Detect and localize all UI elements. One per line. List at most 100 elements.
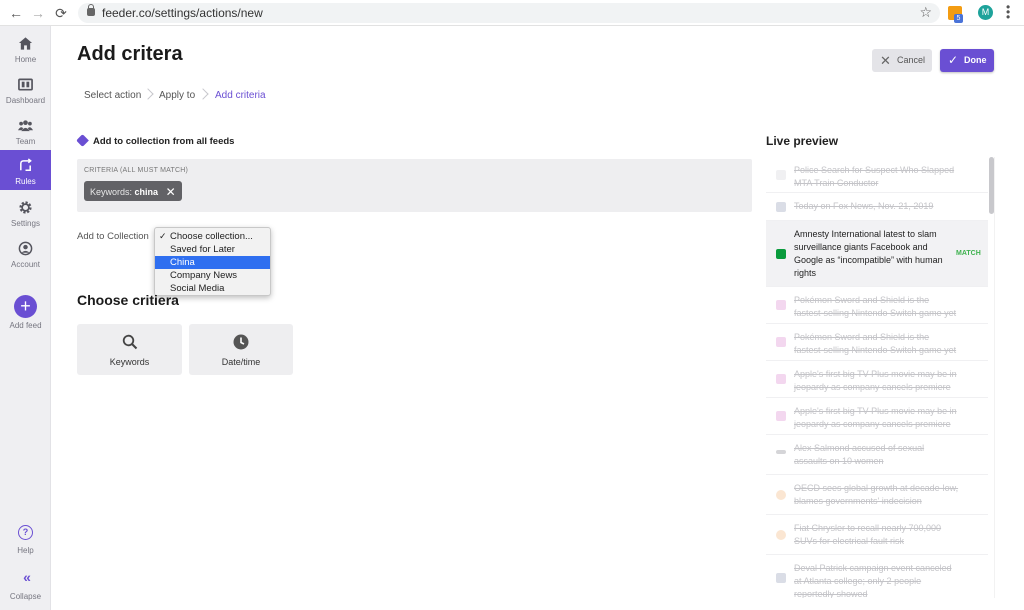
- choose-criteria-title: Choose critiera: [77, 292, 179, 308]
- help-icon[interactable]: ?: [18, 525, 33, 540]
- live-preview-list: Police Search for Suspect Who Slapped MT…: [766, 157, 995, 598]
- collection-option[interactable]: Company News: [155, 269, 270, 282]
- list-item-match[interactable]: Amnesty International latest to slam sur…: [766, 221, 988, 287]
- sidebar-item-label: Rules: [15, 177, 36, 186]
- breadcrumb-apply-to[interactable]: Apply to: [159, 90, 195, 101]
- sidebar-item-label: Home: [14, 55, 37, 64]
- list-item-title: Amnesty International latest to slam sur…: [794, 229, 943, 278]
- sidebar-item-home[interactable]: Home: [0, 30, 51, 70]
- add-to-collection-label: Add to Collection: [77, 231, 149, 242]
- feed-favicon-icon: [776, 300, 786, 310]
- sidebar-item-team[interactable]: Team: [0, 112, 51, 152]
- browser-toolbar: ← → ⟳ feeder.co/settings/actions/new ☆ 5…: [0, 0, 1024, 26]
- list-item-title: Pokémon Sword and Shield is the fastest-…: [794, 295, 957, 318]
- list-item-title: Deval Patrick campaign event canceled at…: [794, 563, 952, 598]
- feed-favicon-icon: [776, 530, 786, 540]
- feed-favicon-icon: [776, 573, 786, 583]
- list-item[interactable]: Deval Patrick campaign event canceled at…: [766, 555, 988, 598]
- list-item[interactable]: Apple's first big TV Plus movie may be i…: [766, 398, 988, 435]
- collection-dropdown[interactable]: Choose collection... Saved for Later Chi…: [154, 227, 271, 296]
- help-label: Help: [17, 546, 34, 555]
- collection-option[interactable]: China: [155, 256, 270, 269]
- collapse-label: Collapse: [9, 592, 42, 601]
- add-feed-button[interactable]: +: [14, 295, 37, 318]
- list-item[interactable]: OECD sees global growth at decade-low, b…: [766, 475, 988, 515]
- list-item-title: OECD sees global growth at decade-low, b…: [794, 483, 959, 506]
- gear-icon: [19, 201, 32, 214]
- feed-favicon-icon: [776, 202, 786, 212]
- list-item[interactable]: Alex Salmond accused of sexual assaults …: [766, 435, 988, 475]
- list-item-title: Alex Salmond accused of sexual assaults …: [794, 443, 925, 466]
- profile-avatar[interactable]: M: [978, 5, 993, 20]
- keywords-card-label: Keywords: [109, 357, 150, 367]
- feed-favicon-icon: [776, 450, 786, 454]
- action-summary-text: Add to collection from all feeds: [93, 136, 235, 147]
- datetime-card[interactable]: Date/time: [189, 324, 293, 375]
- list-item-title: Apple's first big TV Plus movie may be i…: [794, 369, 957, 392]
- rules-icon: [20, 158, 32, 171]
- page-title: Add critera: [77, 43, 183, 65]
- list-item-title: Today on Fox News, Nov. 21, 2019: [794, 201, 934, 211]
- address-bar[interactable]: feeder.co/settings/actions/new ☆: [78, 3, 940, 23]
- search-icon: [122, 334, 138, 350]
- sidebar-item-label: Settings: [11, 219, 40, 228]
- remove-chip-icon[interactable]: ✕: [166, 182, 176, 202]
- breadcrumb-add-criteria: Add criteria: [215, 90, 266, 101]
- collection-option[interactable]: Choose collection...: [155, 230, 270, 243]
- feed-favicon-icon: [776, 411, 786, 421]
- list-item-title: Pokémon Sword and Shield is the fastest-…: [794, 332, 957, 355]
- criteria-heading: CRITERIA (ALL MUST MATCH): [84, 167, 189, 174]
- techcrunch-favicon-icon: [776, 249, 786, 259]
- tag-icon: [76, 134, 89, 147]
- back-arrow-icon[interactable]: ←: [7, 4, 25, 22]
- list-item[interactable]: Pokémon Sword and Shield is the fastest-…: [766, 324, 988, 361]
- reload-icon[interactable]: ⟳: [52, 4, 70, 22]
- collapse-icon[interactable]: «: [0, 569, 51, 585]
- rss-count-badge: 5: [954, 14, 963, 23]
- list-item[interactable]: Pokémon Sword and Shield is the fastest-…: [766, 287, 988, 324]
- criteria-chip[interactable]: Keywords: china ✕: [84, 181, 182, 201]
- chip-key: Keywords:: [90, 187, 133, 197]
- list-item[interactable]: Today on Fox News, Nov. 21, 2019: [766, 193, 988, 221]
- live-preview-scrollbar[interactable]: [989, 157, 994, 214]
- keywords-card[interactable]: Keywords: [77, 324, 182, 375]
- match-badge: MATCH: [956, 250, 981, 257]
- feed-favicon-icon: [776, 374, 786, 384]
- forward-arrow-icon[interactable]: →: [29, 4, 47, 22]
- dashboard-icon: [18, 78, 33, 91]
- url-text: feeder.co/settings/actions/new: [102, 6, 263, 20]
- feed-favicon-icon: [776, 337, 786, 347]
- list-item-title: Fiat Chrysler to recall nearly 700,000 S…: [794, 523, 942, 546]
- datetime-card-label: Date/time: [221, 357, 261, 367]
- list-item-title: Apple's first big TV Plus movie may be i…: [794, 406, 957, 429]
- bookmark-star-icon[interactable]: ☆: [919, 4, 932, 21]
- cancel-label: Cancel: [897, 55, 926, 65]
- list-item[interactable]: Apple's first big TV Plus movie may be i…: [766, 361, 988, 398]
- sidebar-item-label: Team: [15, 137, 36, 146]
- done-label: Done: [964, 55, 987, 65]
- sidebar-item-rules[interactable]: Rules: [0, 150, 51, 190]
- list-item[interactable]: Police Search for Suspect Who Slapped MT…: [766, 157, 988, 193]
- sidebar-item-label: Dashboard: [5, 96, 46, 105]
- feed-favicon-icon: [776, 170, 786, 180]
- list-item[interactable]: Fiat Chrysler to recall nearly 700,000 S…: [766, 515, 988, 555]
- team-icon: [18, 120, 33, 132]
- home-icon: [18, 37, 33, 50]
- collection-option[interactable]: Saved for Later: [155, 243, 270, 256]
- sidebar-item-account[interactable]: Account: [0, 235, 51, 275]
- clock-icon: [233, 334, 249, 350]
- browser-menu-icon[interactable]: • • •: [1006, 1, 1010, 23]
- list-item-title: Police Search for Suspect Who Slapped MT…: [794, 165, 955, 188]
- sidebar-item-settings[interactable]: Settings: [0, 194, 51, 234]
- feed-favicon-icon: [776, 490, 786, 500]
- cancel-button[interactable]: ✕ Cancel: [872, 49, 932, 72]
- sidebar: Home Dashboard Team Rules Settings Accou…: [0, 26, 51, 610]
- live-preview-title: Live preview: [766, 134, 839, 148]
- chevron-right-icon: [144, 87, 152, 105]
- sidebar-item-dashboard[interactable]: Dashboard: [0, 71, 51, 111]
- lock-icon: [87, 4, 95, 16]
- account-icon: [18, 241, 33, 256]
- close-icon: ✕: [880, 53, 891, 68]
- done-button[interactable]: ✓ Done: [940, 49, 994, 72]
- breadcrumb-select-action[interactable]: Select action: [84, 90, 141, 101]
